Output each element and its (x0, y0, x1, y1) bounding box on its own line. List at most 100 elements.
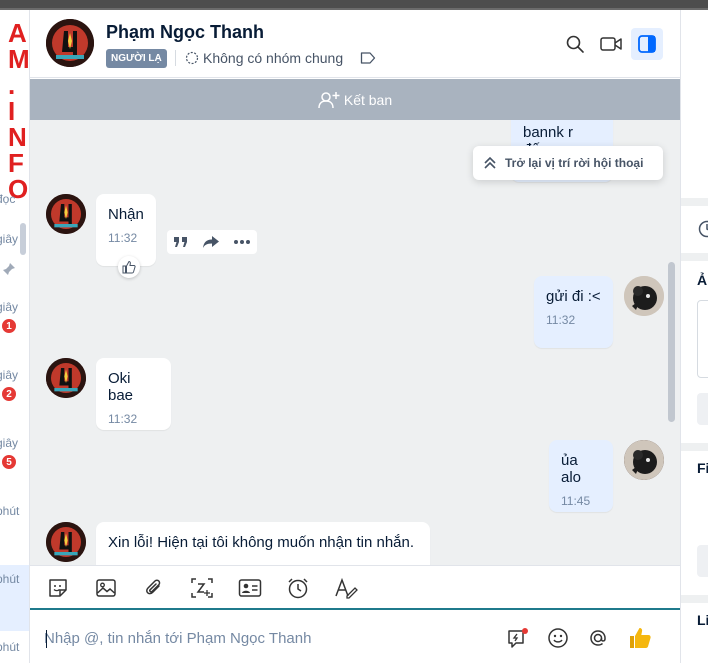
reminder-button[interactable] (282, 574, 314, 602)
reminder-clock-icon (288, 578, 308, 599)
video-call-icon (600, 37, 622, 51)
search-icon (566, 35, 584, 53)
scroll-back-label: Trở lại vị trí rời hội thoại (505, 156, 644, 170)
divider (681, 595, 708, 603)
text-caret (46, 630, 47, 648)
quick-message-button[interactable] (505, 625, 531, 651)
screenshot-button[interactable] (186, 574, 218, 602)
mention-icon (590, 630, 606, 646)
thumbs-up-outline-icon (122, 260, 136, 274)
chat-header: Phạm Ngọc Thanh NGƯỜI LẠ Không có nhóm c… (30, 10, 680, 78)
media-thumbnail[interactable] (697, 300, 708, 378)
group-icon (185, 51, 199, 65)
mutual-groups[interactable]: Không có nhóm chung (185, 50, 343, 66)
chat-scrollbar[interactable] (668, 262, 675, 422)
view-all-button[interactable] (697, 393, 708, 425)
text-format-button[interactable] (330, 574, 362, 602)
reminder-clock-icon[interactable] (697, 218, 708, 238)
message-bubble[interactable]: Oki bae 11:32 (96, 358, 171, 430)
divider (175, 50, 176, 66)
contact-name[interactable]: Phạm Ngọc Thanh (106, 22, 264, 43)
video-call-button[interactable] (595, 28, 627, 60)
double-chevron-up-icon (484, 156, 496, 169)
screenshot-icon (191, 578, 213, 598)
attachment-button[interactable] (138, 574, 170, 602)
message-time: 11:32 (108, 231, 138, 245)
conversation-info-button[interactable] (631, 28, 663, 60)
conversation-time: giây (0, 232, 19, 246)
divider (681, 198, 708, 206)
message-text: Oki bae (108, 370, 134, 404)
message-bubble[interactable]: ủa alo 11:45 (549, 440, 613, 512)
my-avatar[interactable] (624, 276, 664, 316)
list-scrollbar[interactable] (20, 223, 26, 255)
conversation-list-strip[interactable]: AM.INFO đọc giây giây 1 giây 2 giây 5 ph… (0, 10, 30, 663)
scroll-back-button[interactable]: Trở lại vị trí rời hội thoại (473, 146, 663, 180)
window-top-bar (0, 0, 708, 10)
emoji-button[interactable] (545, 625, 571, 651)
add-friend-bar[interactable]: Kết ban (30, 79, 680, 120)
message-bubble[interactable]: gửi đi :< 11:32 (534, 276, 613, 348)
add-friend-icon (318, 91, 340, 108)
image-icon (96, 579, 116, 597)
view-all-button[interactable] (697, 545, 708, 577)
mention-button[interactable] (585, 625, 611, 651)
conversation-time: phút (0, 504, 20, 518)
conversation-time: giây (0, 368, 19, 382)
contact-avatar[interactable] (46, 194, 86, 234)
contact-card-icon (238, 579, 262, 597)
unread-badge: 2 (1, 386, 17, 402)
attachment-icon (146, 579, 161, 595)
quote-icon[interactable] (173, 235, 189, 249)
message-text: ủa alo (561, 452, 582, 486)
emoji-icon (548, 628, 568, 648)
divider (681, 443, 708, 451)
message-composer (30, 612, 680, 663)
conversation-info-panel: Ả Fi Li (680, 10, 708, 663)
contact-card-button[interactable] (234, 574, 266, 602)
my-avatar[interactable] (624, 440, 664, 480)
message-input[interactable] (44, 625, 504, 651)
message-time: 11:32 (546, 313, 576, 327)
text-format-icon (335, 577, 358, 599)
watermark: AM.INFO (8, 18, 29, 204)
contact-avatar[interactable] (46, 522, 86, 562)
image-button[interactable] (90, 574, 122, 602)
unread-badge: 1 (1, 318, 17, 334)
contact-avatar[interactable] (46, 358, 86, 398)
divider (681, 253, 708, 261)
conversation-time: giây (0, 436, 19, 450)
quick-message-icon (508, 628, 528, 648)
mutual-groups-label: Không có nhóm chung (203, 50, 344, 66)
react-button[interactable] (118, 256, 140, 278)
message-list[interactable]: bannk r đấy Trở lại vị trí rời hội thoại… (30, 120, 680, 565)
composer-toolbar (30, 565, 680, 610)
conversation-time: phút (0, 640, 20, 654)
sticker-icon (49, 579, 67, 597)
like-send-button[interactable] (627, 625, 653, 651)
message-text: gửi đi :< (546, 288, 601, 305)
media-section-title[interactable]: Ả (697, 272, 707, 288)
pin-icon (3, 263, 15, 275)
unread-badge: 5 (1, 454, 17, 470)
conversation-time: giây (0, 300, 19, 314)
stranger-badge: NGƯỜI LẠ (106, 49, 167, 68)
search-button[interactable] (559, 28, 591, 60)
contact-avatar[interactable] (46, 19, 94, 67)
message-time: 11:32 (108, 412, 138, 426)
message-text: Xin lỗi! Hiện tại tôi không muốn nhận ti… (108, 534, 415, 551)
message-text: Nhận (108, 206, 144, 223)
more-options-icon[interactable] (233, 239, 251, 245)
add-friend-label: Kết ban (343, 91, 393, 108)
conversation-info-icon (638, 35, 656, 53)
label-tag-icon[interactable] (360, 51, 376, 65)
files-section-title[interactable]: Fi (697, 460, 708, 476)
message-bubble[interactable]: Xin lỗi! Hiện tại tôi không muốn nhận ti… (96, 522, 430, 565)
thumbs-up-icon (630, 628, 651, 648)
conversation-time: đọc (0, 192, 16, 206)
forward-icon[interactable] (202, 235, 220, 249)
message-actions (167, 230, 257, 254)
links-section-title[interactable]: Li (697, 612, 708, 628)
sticker-button[interactable] (42, 574, 74, 602)
conversation-time: phút (0, 572, 20, 586)
